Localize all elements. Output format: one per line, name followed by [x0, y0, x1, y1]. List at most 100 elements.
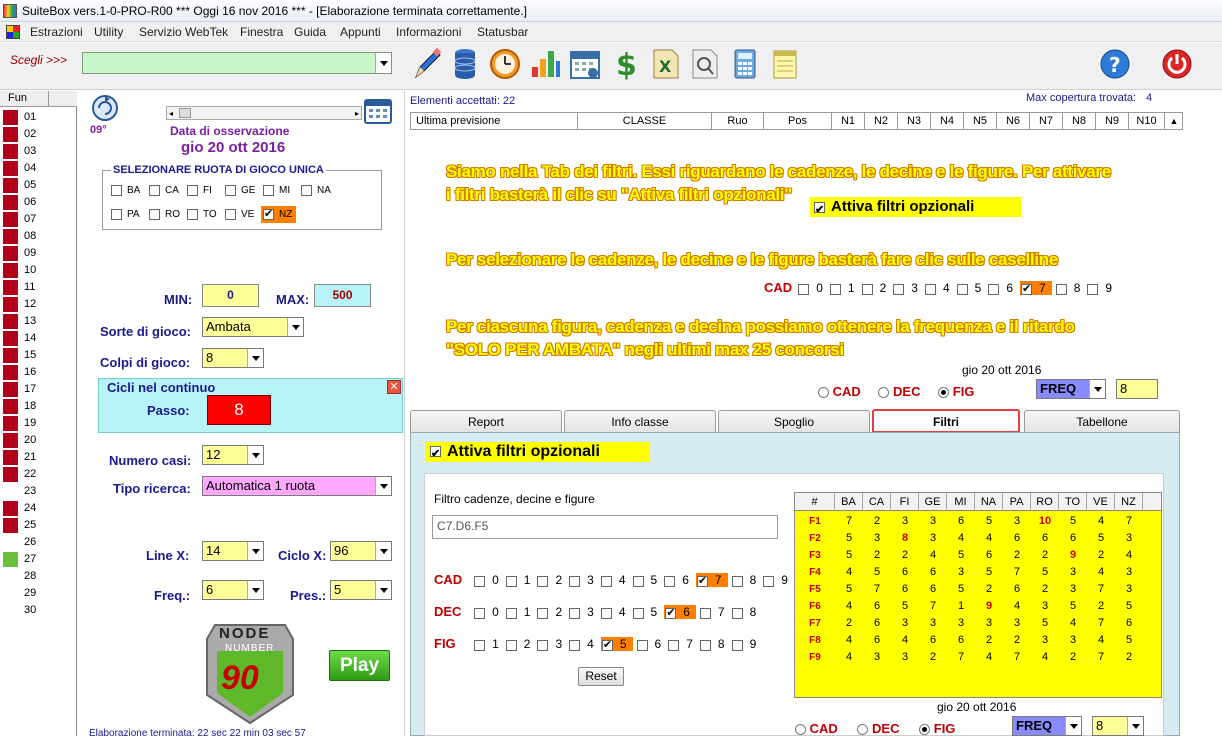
dec-checkbox[interactable]: [665, 606, 677, 619]
cad-example-checkbox[interactable]: [924, 283, 936, 295]
tipo-combo[interactable]: Automatica 1 ruota: [202, 476, 392, 496]
fig-option-5[interactable]: 5: [600, 637, 633, 651]
dec-checkbox[interactable]: [505, 607, 517, 619]
ruota-option-ve[interactable]: VE: [225, 209, 254, 220]
figure-table-col-header[interactable]: PA: [1003, 493, 1031, 511]
app-menu-icon[interactable]: [6, 25, 20, 39]
cad-example-checkbox[interactable]: [798, 283, 810, 295]
bar-chart-icon[interactable]: [528, 47, 562, 81]
fun-row[interactable]: 16: [0, 364, 77, 381]
cad-example-option-1[interactable]: 1: [829, 281, 858, 295]
chevron-down-icon[interactable]: [375, 53, 391, 73]
fig-checkbox[interactable]: [601, 638, 613, 651]
fig-option-4[interactable]: 4: [569, 637, 597, 651]
fun-row[interactable]: 07: [0, 211, 77, 228]
fig-option-3[interactable]: 3: [537, 637, 565, 651]
fig-checkbox[interactable]: [731, 639, 743, 651]
cad-option-1[interactable]: 1: [505, 573, 534, 587]
chevron-down-icon[interactable]: [287, 318, 303, 336]
cad-checkbox[interactable]: [569, 575, 581, 587]
ruota-option-ba[interactable]: BA: [111, 185, 140, 196]
col-n2[interactable]: N2: [865, 113, 898, 129]
col-n9[interactable]: N9: [1096, 113, 1129, 129]
ruota-option-nz[interactable]: NZ: [261, 206, 297, 224]
fun-row[interactable]: 11: [0, 279, 77, 296]
col-classe[interactable]: CLASSE: [578, 113, 712, 129]
menu-appunti[interactable]: Appunti: [340, 22, 381, 42]
cad-option-4[interactable]: 4: [600, 573, 629, 587]
ruota-checkbox[interactable]: [225, 209, 236, 220]
col-n10[interactable]: N10: [1129, 113, 1165, 129]
dec-checkbox[interactable]: [731, 607, 743, 619]
max-input[interactable]: 500: [314, 284, 371, 307]
cad-example-option-6[interactable]: 6: [988, 281, 1016, 295]
fun-row[interactable]: 01: [0, 109, 77, 126]
power-icon[interactable]: [1160, 47, 1194, 81]
colpi-combo[interactable]: 8: [202, 348, 264, 368]
radio-cad-top[interactable]: [818, 387, 829, 399]
figure-table-col-header[interactable]: BA: [835, 493, 863, 511]
fig-option-1[interactable]: 1: [474, 637, 502, 651]
figure-table-col-header[interactable]: TO: [1059, 493, 1087, 511]
dec-option-4[interactable]: 4: [600, 605, 629, 619]
dec-checkbox[interactable]: [699, 607, 711, 619]
menu-informazioni[interactable]: Informazioni: [396, 22, 461, 42]
cad-option-2[interactable]: 2: [537, 573, 565, 587]
cad-checkbox[interactable]: [505, 575, 517, 587]
fig-checkbox[interactable]: [569, 639, 581, 651]
cad-option-9[interactable]: 9: [763, 573, 791, 587]
cad-example-checkbox[interactable]: [1055, 283, 1067, 295]
cad-example-option-9[interactable]: 9: [1087, 281, 1115, 295]
calendar-icon[interactable]: [568, 47, 602, 81]
ruota-option-to[interactable]: TO: [187, 209, 217, 220]
fig-checkbox[interactable]: [636, 639, 648, 651]
cad-checkbox[interactable]: [600, 575, 612, 587]
cad-option-5[interactable]: 5: [632, 573, 661, 587]
figure-table-col-header[interactable]: FI: [891, 493, 919, 511]
casi-combo[interactable]: 12: [202, 445, 264, 465]
tab-filtri[interactable]: Filtri: [872, 409, 1020, 433]
fun-row[interactable]: 24: [0, 500, 77, 517]
fun-row[interactable]: 10: [0, 262, 77, 279]
cad-example-checkbox[interactable]: [861, 283, 873, 295]
col-ultima-previsione[interactable]: Ultima previsione: [411, 113, 578, 129]
dec-checkbox[interactable]: [537, 607, 549, 619]
col-n6[interactable]: N6: [997, 113, 1030, 129]
dec-option-3[interactable]: 3: [569, 605, 597, 619]
fun-row[interactable]: 27: [0, 551, 77, 568]
cad-example-checkbox[interactable]: [988, 283, 1000, 295]
dec-option-6[interactable]: 6: [664, 605, 696, 619]
cad-option-0[interactable]: 0: [474, 573, 502, 587]
col-n7[interactable]: N7: [1030, 113, 1063, 129]
dec-option-1[interactable]: 1: [505, 605, 534, 619]
calculator-icon[interactable]: [728, 47, 762, 81]
figure-table-col-header[interactable]: GE: [919, 493, 947, 511]
dollar-icon[interactable]: $: [608, 47, 642, 81]
play-button[interactable]: Play: [329, 650, 390, 681]
fig-option-8[interactable]: 8: [699, 637, 728, 651]
figure-table-col-header[interactable]: CA: [863, 493, 891, 511]
chevron-down-icon[interactable]: [375, 542, 391, 560]
fun-row[interactable]: 29: [0, 585, 77, 602]
ruota-option-na[interactable]: NA: [301, 185, 331, 196]
menu-servizio-webtek[interactable]: Servizio WebTek: [139, 22, 228, 42]
tab-report[interactable]: Report: [410, 410, 562, 433]
chevron-down-icon[interactable]: [375, 581, 391, 599]
cad-example-checkbox[interactable]: [829, 283, 841, 295]
min-input[interactable]: 0: [202, 284, 259, 307]
cad-checkbox[interactable]: [664, 575, 676, 587]
chevron-down-icon[interactable]: [375, 477, 391, 495]
cad-checkbox[interactable]: [763, 575, 775, 587]
chevron-down-icon[interactable]: [247, 581, 263, 599]
fig-checkbox[interactable]: [699, 639, 711, 651]
fig-checkbox[interactable]: [668, 639, 680, 651]
col-n4[interactable]: N4: [931, 113, 964, 129]
attiva-filtri-row[interactable]: Attiva filtri opzionali: [426, 442, 650, 464]
fig-checkbox[interactable]: [505, 639, 517, 651]
cad-option-8[interactable]: 8: [731, 573, 760, 587]
cad-option-7[interactable]: 7: [695, 573, 728, 587]
dec-checkbox[interactable]: [569, 607, 581, 619]
cad-example-option-5[interactable]: 5: [956, 281, 985, 295]
scegli-combo[interactable]: [82, 52, 392, 74]
freq-combo[interactable]: 6: [202, 580, 264, 600]
